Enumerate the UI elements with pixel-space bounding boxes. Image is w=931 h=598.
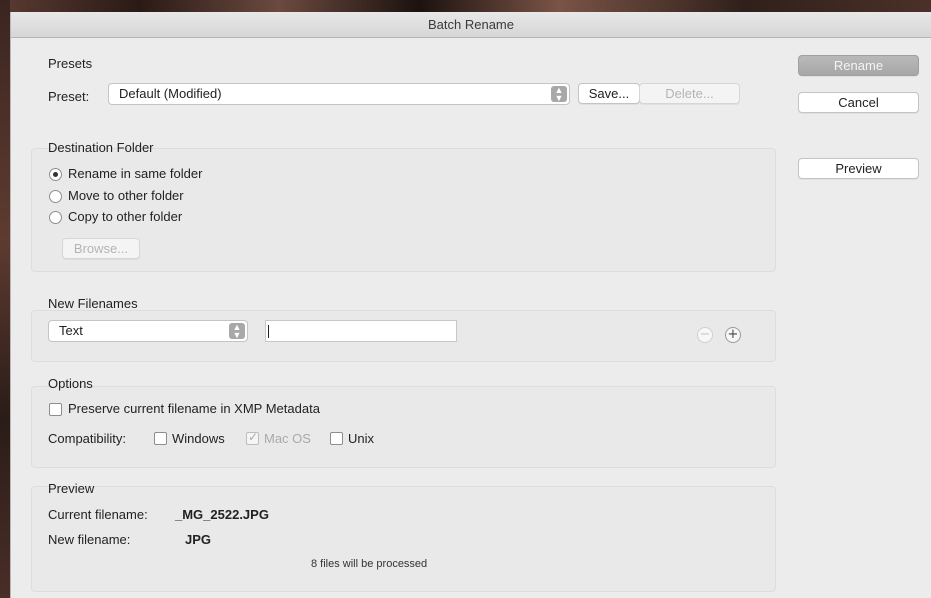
filename-text-input[interactable] [265,320,457,342]
radio-rename-same-folder-label: Rename in same folder [68,166,203,181]
rename-button[interactable]: Rename [798,55,919,76]
compatibility-label: Compatibility: [48,431,127,446]
new-filename-value: JPG [185,532,212,547]
filename-part-type-select[interactable]: Text ▲ ▼ [48,320,248,342]
preset-label: Preset: [48,89,90,104]
preserve-filename-label: Preserve current filename in XMP Metadat… [68,401,320,416]
current-filename-value: _MG_2522.JPG [175,507,269,522]
remove-part-icon[interactable]: − [697,327,713,343]
radio-move-other-folder-label: Move to other folder [68,188,184,203]
browse-button[interactable]: Browse... [62,238,140,259]
unix-checkbox[interactable] [330,432,343,445]
unix-label: Unix [348,431,375,446]
radio-rename-same-folder[interactable] [49,168,62,181]
cancel-button[interactable]: Cancel [798,92,919,113]
current-filename-label: Current filename: [48,507,148,522]
updown-arrows-icon: ▲ ▼ [551,86,567,103]
filename-part-type-value: Text [59,323,83,338]
new-filenames-section-title: New Filenames [48,296,138,311]
updown-arrows-icon: ▲ ▼ [229,323,245,340]
options-section-title: Options [48,376,93,391]
files-processed-status: 8 files will be processed [311,558,428,570]
radio-move-other-folder[interactable] [49,190,62,203]
radio-copy-other-folder-label: Copy to other folder [68,209,183,224]
windows-checkbox[interactable] [154,432,167,445]
preview-section-title: Preview [48,481,95,496]
window-title: Batch Rename [11,12,931,38]
macos-checkbox[interactable] [246,430,259,445]
save-preset-button[interactable]: Save... [578,83,640,104]
windows-label: Windows [172,431,225,446]
preview-button[interactable]: Preview [798,158,919,179]
background-photo-edge [0,0,10,598]
preset-select[interactable]: Default (Modified) ▲ ▼ [108,83,570,105]
presets-section-title: Presets [48,56,93,71]
add-part-icon[interactable]: + [725,327,741,343]
delete-preset-button[interactable]: Delete... [639,83,740,104]
macos-label: Mac OS [264,431,311,446]
text-caret [268,325,269,338]
new-filename-label: New filename: [48,532,131,547]
radio-copy-other-folder[interactable] [49,211,62,224]
preserve-filename-checkbox[interactable] [49,403,62,416]
options-panel [31,386,776,468]
background-photo-strip [0,0,931,12]
destination-section-title: Destination Folder [48,140,154,155]
preset-select-value: Default (Modified) [119,86,222,101]
preview-panel [31,486,776,592]
batch-rename-dialog: Batch Rename Presets Preset: Default (Mo… [10,12,931,598]
